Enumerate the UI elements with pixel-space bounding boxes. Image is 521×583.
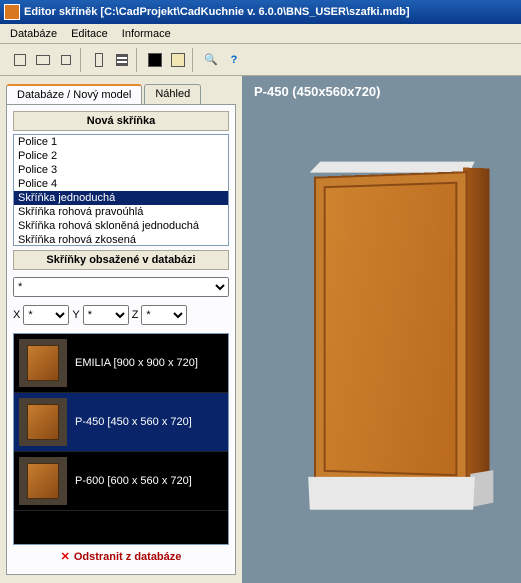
label-y: Y (72, 309, 79, 321)
color-cream-swatch[interactable] (168, 50, 188, 70)
tab-strip: Databáze / Nový model Náhled (6, 84, 236, 104)
cabinet-thumb-list[interactable]: EMILIA [900 x 900 x 720] P-450 [450 x 560… (13, 333, 229, 545)
thumb-label: P-600 [600 x 560 x 720] (75, 475, 192, 487)
thumb-row[interactable]: EMILIA [900 x 900 x 720] (14, 334, 228, 393)
list-item[interactable]: Police 3 (14, 163, 228, 177)
thumb-image (19, 339, 67, 387)
thumb-label: P-450 [450 x 560 x 720] (75, 416, 192, 428)
shape-square-icon[interactable] (10, 50, 30, 70)
title-text: Editor skříněk [C:\CadProjekt\CadKuchnie… (24, 6, 410, 18)
toolbar: 🔍 ? (0, 44, 521, 76)
thumb-label: EMILIA [900 x 900 x 720] (75, 357, 198, 369)
thumb-image (19, 457, 67, 505)
cabinet-type-list[interactable]: Police 1Police 2Police 3Police 4Skříňka … (13, 134, 229, 246)
menu-edit[interactable]: Editace (65, 26, 114, 42)
label-z: Z (132, 309, 139, 321)
cabinet-front-face (314, 171, 468, 487)
remove-from-db-button[interactable]: Odstranit z databáze (13, 545, 229, 568)
left-panel: Databáze / Nový model Náhled Nová skříňk… (0, 76, 242, 583)
list-item[interactable]: Skříňka rohová skloněná jednoduchá (14, 219, 228, 233)
list-item[interactable]: Police 4 (14, 177, 228, 191)
titlebar: Editor skříněk [C:\CadProjekt\CadKuchnie… (0, 0, 521, 24)
thumb-image (19, 398, 67, 446)
list-item[interactable]: Skříňka rohová pravoúhlá (14, 205, 228, 219)
menubar: Databáze Editace Informace (0, 24, 521, 44)
list-item[interactable]: Police 2 (14, 149, 228, 163)
header-in-db: Skříňky obsažené v databázi (13, 250, 229, 270)
help-icon[interactable]: ? (224, 50, 244, 70)
filter-main[interactable]: * (13, 277, 229, 297)
list-item[interactable]: Skříňka rohová zkosená (14, 233, 228, 246)
preview-pane: P-450 (450x560x720) (242, 76, 521, 583)
thumb-row[interactable]: P-600 [600 x 560 x 720] (14, 452, 228, 511)
tab-body: Nová skříňka Police 1Police 2Police 3Pol… (6, 104, 236, 575)
tab-db-model[interactable]: Databáze / Nový model (6, 84, 142, 104)
tab-preview[interactable]: Náhled (144, 84, 201, 104)
label-x: X (13, 309, 20, 321)
cabinet-3d-view[interactable] (287, 156, 492, 526)
app-icon (4, 4, 20, 20)
shape-rect-icon[interactable] (33, 50, 53, 70)
shape-grid-icon[interactable] (112, 50, 132, 70)
menu-info[interactable]: Informace (116, 26, 177, 42)
header-new-cabinet: Nová skříňka (13, 111, 229, 131)
shape-tall-icon[interactable] (89, 50, 109, 70)
preview-title: P-450 (450x560x720) (242, 76, 521, 107)
filter-x[interactable]: * (23, 305, 69, 325)
filter-y[interactable]: * (83, 305, 129, 325)
thumb-row[interactable]: P-450 [450 x 560 x 720] (14, 393, 228, 452)
cabinet-base (308, 477, 475, 510)
search-icon[interactable]: 🔍 (201, 50, 221, 70)
shape-small-icon[interactable] (56, 50, 76, 70)
filter-z[interactable]: * (141, 305, 187, 325)
color-black-swatch[interactable] (145, 50, 165, 70)
menu-database[interactable]: Databáze (4, 26, 63, 42)
list-item[interactable]: Skříňka jednoduchá (14, 191, 228, 205)
list-item[interactable]: Police 1 (14, 135, 228, 149)
